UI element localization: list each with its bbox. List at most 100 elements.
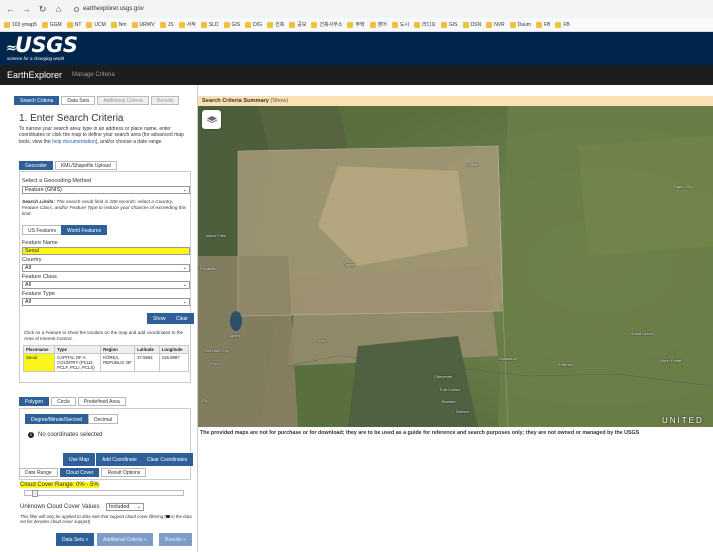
bookmark-item[interactable]: 서적 [178,21,196,28]
city-label: Ogden [228,333,241,338]
bookmark-item[interactable]: 103 ymap5 [4,21,37,28]
tab-predefined-area[interactable]: Predefined Area [77,397,126,406]
add-coordinate-button[interactable]: Add Coordinate [96,453,143,466]
bookmark-item[interactable]: Daum [509,21,531,28]
country-select[interactable]: All ⌄ [22,264,190,272]
bookmark-label: 건축 [275,22,285,28]
city-label: Rapid City [674,184,693,189]
bookmark-item[interactable]: D/G [245,21,262,28]
bookmark-item[interactable]: 도시 [391,21,410,28]
bookmark-item[interactable]: SLD [200,21,219,28]
world-features-button[interactable]: World Features [61,225,108,235]
no-coordinates-text: No coordinates selected [38,432,103,438]
bookmark-item[interactable]: 라디오 [414,21,436,28]
home-icon[interactable]: ⌂ [54,4,63,14]
back-icon[interactable]: ← [6,4,15,14]
help-link[interactable]: help documentation [52,139,96,145]
unknown-cloud-cover-select[interactable]: Included ⌄ [106,503,144,511]
bookmark-item[interactable]: NT [66,21,82,28]
address-bar[interactable]: earthexplorer.usgs.gov [74,6,144,12]
chevron-down-icon: ⌄ [182,265,187,271]
feature-type-select[interactable]: All ⌄ [22,298,190,306]
bookmark-item[interactable]: URWV [131,21,155,28]
bookmark-item[interactable]: 건축사무소 [311,21,342,28]
tab-polygon[interactable]: Polygon [19,397,50,406]
tab-date-range[interactable]: Date Range [19,468,58,477]
folder-icon [41,21,48,28]
cloud-cover-slider[interactable] [24,490,184,496]
tab-search-criteria[interactable]: Search Criteria [14,96,60,105]
search-criteria-summary[interactable]: Search Criteria Summary (Show) [198,96,713,106]
tab-result-options[interactable]: Result Options [101,468,147,477]
satellite-map[interactable] [198,106,713,427]
use-map-button[interactable]: Use Map [63,453,96,466]
unknown-cloud-cover-label: Unknown Cloud Cover Values [20,504,100,510]
bookmark-label: DSN [470,21,482,28]
feature-type-label: Feature Type [22,291,55,297]
map-disclaimer: The provided maps are not for purchase o… [198,427,713,439]
city-label: Casper [343,262,356,267]
bookmark-item[interactable]: FB [535,21,550,28]
col-longitude: Longitude [158,345,190,354]
bookmark-item[interactable]: GGM [41,21,62,28]
tab-additional-criteria[interactable]: Additional Criteria [97,96,149,105]
intro-text: To narrow your search area: type in an a… [19,126,184,145]
reload-icon[interactable]: ↻ [38,4,47,14]
usgs-banner: ≈USGS science for a changing world [0,32,713,65]
clear-button[interactable]: Clear [170,313,194,324]
page-title: 1. Enter Search Criteria [19,113,124,124]
results-button[interactable]: Results » [159,533,192,546]
bookmark-item[interactable]: JS [159,21,174,28]
bookmark-item[interactable]: UCM [86,21,106,28]
us-features-button[interactable]: US Features [22,225,63,235]
bookmark-item[interactable]: Nm [110,21,127,28]
feature-name-label: Feature Name [22,240,58,246]
map-view[interactable]: Gillette Rapid City Idaho Falls Pocatell… [198,106,713,427]
bookmark-item[interactable]: GIS [440,21,458,28]
additional-criteria-button[interactable]: Additional Criteria » [97,533,153,546]
chevron-down-icon: ⌄ [182,187,187,193]
table-row[interactable]: Seoul CAPITAL OF A COUNTRY (PCLD, PCLF, … [22,353,190,372]
tab-decimal[interactable]: Decimal [88,414,119,424]
bookmark-label: 도시 [399,22,410,28]
bookmark-label: Nm [118,21,127,28]
folder-icon [178,21,185,28]
tab-degree-minute-second[interactable]: Degree/Minute/Second [25,414,89,424]
bookmark-item[interactable]: DSN [462,21,482,28]
bookmark-item[interactable]: 주택 [347,21,365,28]
bookmark-item[interactable]: 공모 [289,21,306,28]
forward-icon[interactable]: → [22,4,31,14]
bookmark-item[interactable]: 영어 [369,21,387,28]
lock-icon [74,6,79,12]
tab-kml-upload[interactable]: KML/Shapefile Upload [54,161,117,170]
bookmark-label: NT [74,21,82,28]
folder-icon [86,21,93,28]
folder-icon [66,21,73,28]
geocoder-box: Select a Geocoding Method Feature (GNIS)… [19,171,194,383]
cell-placename[interactable]: Seoul [22,353,56,372]
cloud-cover-slider-handle[interactable] [32,490,38,497]
bookmark-label: URWV [139,21,155,28]
tab-circle[interactable]: Circle [51,397,76,406]
tab-cloud-cover[interactable]: Cloud Cover [59,468,100,477]
feature-name-input[interactable]: Seoul [22,247,190,255]
show-button[interactable]: Show [147,313,172,324]
tab-data-sets[interactable]: Data Sets [61,96,96,105]
manage-criteria-link[interactable]: Manage Criteria [72,72,115,78]
clear-coordinates-button[interactable]: Clear Coordinates [141,453,194,466]
bookmark-item[interactable]: 건축 [267,21,284,28]
bookmark-item[interactable]: GIS [223,21,240,28]
chevron-down-icon: ⌄ [182,299,187,305]
data-sets-button[interactable]: Data Sets » [56,533,95,546]
bookmark-item[interactable]: FB [555,21,570,28]
tab-geocoder[interactable]: Geocoder [19,161,53,170]
bookmark-label: UCM [94,21,106,28]
bookmark-item[interactable]: NVR [486,21,505,28]
geocoding-method-select[interactable]: Feature (GNIS) ⌄ [22,186,190,194]
app-title[interactable]: EarthExplorer [7,70,62,80]
folder-icon [110,21,117,28]
tab-results[interactable]: Results [150,96,180,105]
bookmark-label: 영어 [377,22,387,28]
layers-button[interactable] [202,110,221,129]
feature-class-select[interactable]: All ⌄ [22,281,190,289]
